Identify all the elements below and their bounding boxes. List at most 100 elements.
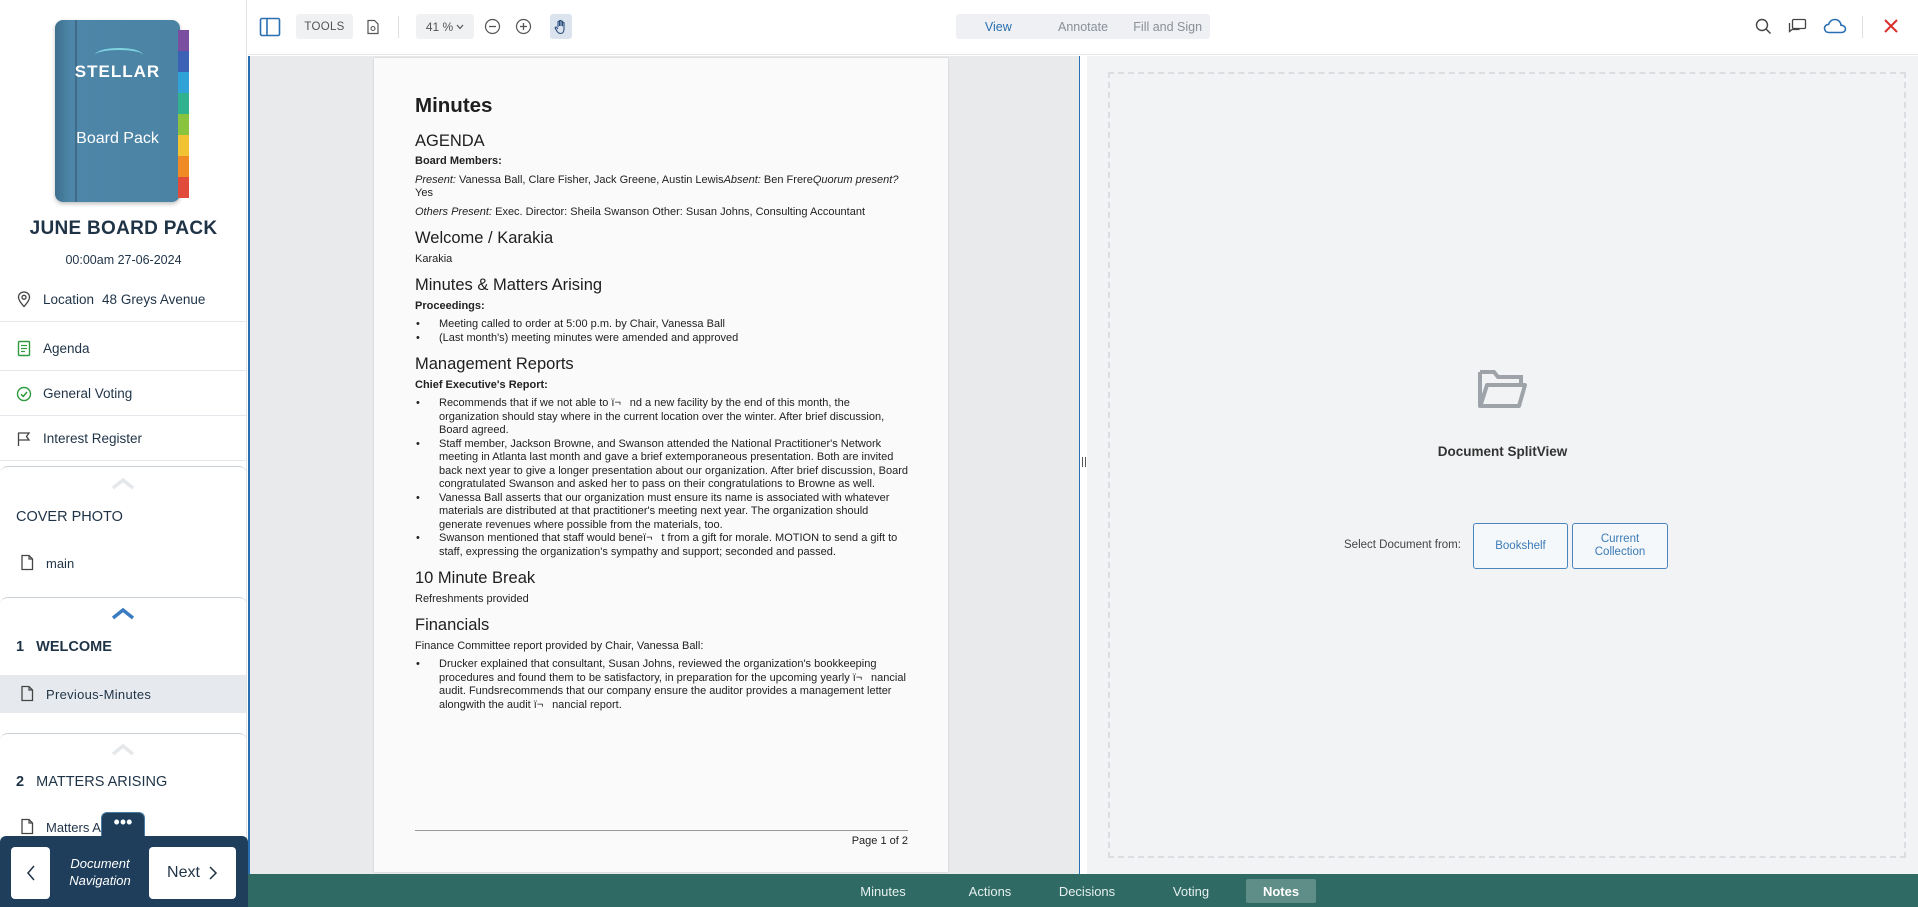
doc-title: Minutes [415, 94, 493, 117]
comments-button[interactable] [1786, 15, 1808, 37]
chevron-up-icon[interactable] [108, 476, 138, 490]
book-title: Board Pack [76, 130, 159, 147]
chevron-right-icon [209, 866, 218, 880]
file-icon [20, 818, 36, 836]
tools-button[interactable]: TOOLS [296, 14, 353, 39]
section-welcome-heading[interactable]: 1 WELCOME [16, 639, 112, 655]
mode-annotate[interactable]: Annotate [1041, 20, 1126, 34]
close-button[interactable] [1880, 15, 1902, 37]
mode-view[interactable]: View [956, 20, 1041, 34]
location-label: Location [43, 292, 95, 307]
cover-photo-label: COVER PHOTO [16, 509, 123, 525]
sidebar-item-label: General Voting [43, 386, 133, 401]
present-label: Present: [415, 173, 456, 186]
document-scroll-area[interactable]: Minutes AGENDA Board Members: Present: V… [250, 56, 1079, 874]
file-icon [20, 685, 36, 703]
tab-actions[interactable]: Actions [960, 879, 1020, 903]
others-text: Exec. Director: Sheila Swanson Other: Su… [492, 205, 866, 218]
stellar-logo-swoosh [95, 48, 143, 62]
document-settings-button[interactable] [363, 14, 383, 39]
doc-minutes-heading: Minutes & Matters Arising [415, 276, 603, 294]
sidebar-item-interest-register[interactable]: Interest Register [0, 417, 246, 461]
absent-label: Absent: [723, 173, 761, 186]
search-icon [1755, 18, 1771, 34]
doc-agenda-heading: AGENDA [415, 131, 485, 150]
search-button[interactable] [1752, 15, 1774, 37]
zoom-select[interactable]: 41 % [416, 14, 474, 39]
stellar-logo-text: STELLAR [74, 62, 161, 81]
doc-ceo-label: Chief Executive's Report: [415, 378, 548, 391]
doc-others-present: Others Present: Exec. Director: Sheila S… [415, 206, 908, 220]
chevron-down-icon [456, 24, 464, 29]
cloud-icon [1823, 18, 1847, 34]
chevron-up-icon[interactable] [108, 606, 138, 620]
doc-welcome-heading: Welcome / Karakia [415, 229, 554, 247]
chevron-up-icon[interactable] [108, 742, 138, 756]
cloud-sync-button[interactable] [1822, 15, 1848, 37]
zoom-value: 41 % [425, 19, 454, 34]
check-circle-icon [15, 385, 33, 403]
location-value: 48 Greys Avenue [102, 292, 206, 307]
bottom-tab-bar: Minutes Actions Decisions Voting Notes [248, 874, 1918, 907]
quorum-label: Quorum present? [812, 173, 899, 186]
doc-financials-text: Finance Committee report provided by Cha… [415, 639, 704, 652]
absent-text: Ben Frere [760, 173, 813, 186]
zoom-in-button[interactable] [512, 14, 534, 39]
board-pack-cover-image[interactable]: STELLAR Board Pack [55, 20, 190, 202]
next-document-button[interactable]: Next [149, 847, 236, 899]
doc-proceedings-label: Proceedings: [415, 299, 485, 312]
tab-notes[interactable]: Notes [1246, 879, 1316, 903]
section-divider [0, 466, 246, 476]
sidebar-item-agenda[interactable]: Agenda [0, 327, 246, 371]
sidebar-item-general-voting[interactable]: General Voting [0, 372, 246, 416]
mode-fill-and-sign[interactable]: Fill and Sign [1125, 20, 1210, 34]
doc-financials-heading: Financials [415, 616, 490, 634]
file-previous-minutes[interactable]: Previous-Minutes [0, 675, 246, 713]
file-main[interactable]: main [0, 544, 246, 582]
toolbar-divider [398, 16, 399, 38]
sidebar-item-label: Interest Register [43, 431, 143, 446]
book-color-tabs [178, 30, 189, 198]
split-pane-divider[interactable] [1079, 56, 1087, 874]
close-icon [1884, 19, 1898, 33]
document-gear-icon [367, 19, 379, 34]
agenda-icon [15, 340, 33, 358]
tab-voting[interactable]: Voting [1161, 879, 1221, 903]
file-icon [20, 554, 36, 572]
list-item: Vanessa Ball asserts that our organizati… [415, 492, 908, 533]
doc-break-heading: 10 Minute Break [415, 569, 536, 587]
toggle-sidebar-button[interactable] [258, 14, 282, 39]
tab-decisions[interactable]: Decisions [1052, 879, 1122, 903]
book-spine [75, 20, 77, 202]
document-splitview-pane: Document SplitView Select Document from:… [1087, 56, 1918, 874]
document-navigation-label: Document Navigation [69, 856, 131, 888]
list-item: Recommends that if we not able to ï¬nd … [415, 397, 908, 438]
file-label: Matters A [46, 819, 101, 835]
previous-document-button[interactable] [11, 847, 50, 899]
folder-open-icon [1477, 366, 1527, 410]
doc-ceo-list: Recommends that if we not able to ï¬nd … [415, 397, 908, 559]
splitview-title: Document SplitView [1437, 444, 1568, 459]
current-collection-button[interactable]: Current Collection [1572, 523, 1668, 569]
doc-break-text: Refreshments provided [415, 592, 529, 605]
doc-proceedings-list: Meeting called to order at 5:00 p.m. by … [415, 318, 908, 345]
document-viewer[interactable]: Minutes AGENDA Board Members: Present: V… [248, 56, 1087, 874]
pack-title: JUNE BOARD PACK [29, 218, 218, 239]
zoom-out-button[interactable] [481, 14, 503, 39]
bookshelf-button[interactable]: Bookshelf [1473, 523, 1568, 569]
section-matters-arising-heading[interactable]: 2 MATTERS ARISING [16, 774, 167, 790]
file-label: Previous-Minutes [46, 686, 152, 702]
zoom-out-icon [484, 18, 500, 35]
tab-minutes[interactable]: Minutes [853, 879, 913, 903]
toolbar-divider [1862, 16, 1863, 38]
pan-tool-button[interactable] [550, 14, 572, 39]
sidebar-item-label: Agenda [43, 341, 90, 356]
chevron-left-icon [26, 865, 35, 881]
list-item: Swanson mentioned that staff would beneï… [415, 532, 908, 559]
splitview-drop-area[interactable] [1108, 72, 1906, 858]
flag-icon [15, 430, 33, 448]
comments-icon [1788, 18, 1806, 33]
section-title: WELCOME [36, 639, 112, 655]
hand-icon [554, 19, 565, 34]
more-options-button[interactable]: ••• [101, 812, 145, 838]
